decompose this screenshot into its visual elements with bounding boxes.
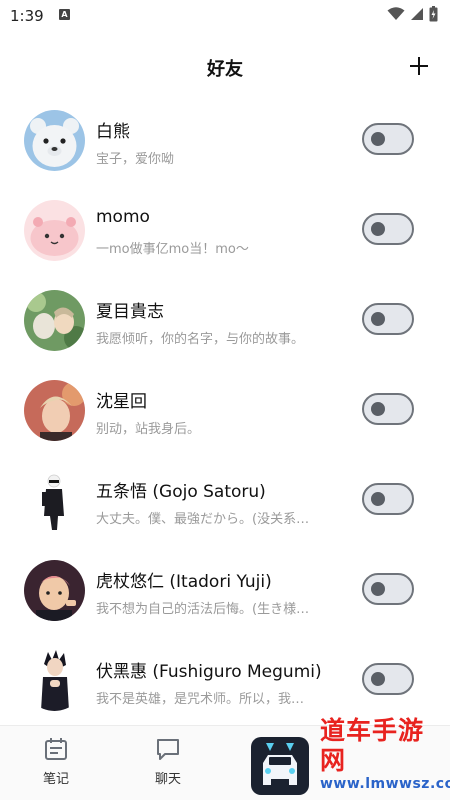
car-app-icon[interactable] <box>251 737 309 795</box>
friend-name: momo <box>96 207 150 227</box>
friend-name: 伏黑惠 (Fushiguro Megumi) <box>96 662 322 682</box>
avatar[interactable] <box>24 110 85 171</box>
toggle-knob <box>371 132 385 146</box>
avatar[interactable] <box>24 560 85 621</box>
avatar[interactable] <box>24 290 85 351</box>
watermark: 道车手游网 www.lmwwsz.com <box>320 716 450 792</box>
avatar[interactable] <box>24 380 85 441</box>
header: 好友 <box>0 45 450 89</box>
toggle-knob <box>371 582 385 596</box>
friend-desc: 别动，站我身后。 <box>96 422 201 437</box>
toggle-knob <box>371 492 385 506</box>
friend-item-shen-xinghui[interactable]: 沈星回 别动，站我身后。 <box>0 365 450 455</box>
status-indicator-icon: A <box>59 9 70 20</box>
nav-item-notes[interactable]: 笔记 <box>26 736 86 787</box>
friend-toggle[interactable] <box>362 483 414 515</box>
avatar[interactable] <box>24 200 85 261</box>
toggle-knob <box>371 312 385 326</box>
friend-desc: 我不是英雄，是咒术师。所以，我… <box>96 692 305 707</box>
avatar[interactable] <box>24 470 85 531</box>
friend-name: 夏目貴志 <box>96 302 164 322</box>
friend-desc: 我愿倾听，你的名字，与你的故事。 <box>96 332 305 347</box>
friend-name: 五条悟 (Gojo Satoru) <box>96 482 266 502</box>
battery-charging-icon <box>429 6 438 22</box>
status-bar: 1:39 A <box>0 0 450 30</box>
friend-desc: 宝子，爱你呦 <box>96 152 175 167</box>
friend-item-bai-xiong[interactable]: 白熊 宝子，爱你呦 <box>0 95 450 185</box>
friend-item-itadori-yuji[interactable]: 虎杖悠仁 (Itadori Yuji) 我不想为自己的活法后悔。(生き様… <box>0 545 450 635</box>
toggle-knob <box>371 672 385 686</box>
add-friend-button[interactable] <box>406 53 432 79</box>
signal-icon <box>411 8 423 20</box>
nav-item-chat[interactable]: 聊天 <box>138 736 198 787</box>
watermark-url: www.lmwwsz.com <box>320 776 450 792</box>
friend-item-momo[interactable]: momo 一mo做事亿mo当！mo～ <box>0 185 450 275</box>
page-title: 好友 <box>207 59 243 80</box>
status-icons <box>387 6 438 22</box>
friend-item-fushiguro-megumi[interactable]: 伏黑惠 (Fushiguro Megumi) 我不是英雄，是咒术师。所以，我… <box>0 635 450 725</box>
chat-icon <box>157 739 179 760</box>
friend-toggle[interactable] <box>362 303 414 335</box>
nav-label: 聊天 <box>154 772 181 787</box>
avatar[interactable] <box>24 650 85 711</box>
friend-name: 虎杖悠仁 (Itadori Yuji) <box>96 572 272 592</box>
friend-desc: 大丈夫。僕、最強だから。(没关系… <box>96 512 310 527</box>
friend-item-gojo-satoru[interactable]: 五条悟 (Gojo Satoru) 大丈夫。僕、最強だから。(没关系… <box>0 455 450 545</box>
friend-toggle[interactable] <box>362 213 414 245</box>
friend-list[interactable]: 白熊 宝子，爱你呦 momo 一mo做事亿mo当！mo～ 夏目貴志 我愿倾听，你… <box>0 95 450 725</box>
friend-item-natsume[interactable]: 夏目貴志 我愿倾听，你的名字，与你的故事。 <box>0 275 450 365</box>
friend-toggle[interactable] <box>362 393 414 425</box>
friend-toggle[interactable] <box>362 663 414 695</box>
bottom-nav: 笔记 聊天 道车手游网 www.lmwwsz.com <box>0 716 450 800</box>
toggle-knob <box>371 222 385 236</box>
wifi-icon <box>387 7 405 20</box>
friend-name: 沈星回 <box>96 392 147 412</box>
status-time: 1:39 <box>10 7 44 25</box>
friend-toggle[interactable] <box>362 123 414 155</box>
notes-icon <box>45 738 67 760</box>
nav-label: 笔记 <box>42 772 69 787</box>
friend-desc: 我不想为自己的活法后悔。(生き様… <box>96 602 310 617</box>
watermark-title: 道车手游网 <box>320 716 425 775</box>
friend-desc: 一mo做事亿mo当！mo～ <box>96 242 249 257</box>
toggle-knob <box>371 402 385 416</box>
friend-name: 白熊 <box>96 122 130 142</box>
friend-toggle[interactable] <box>362 573 414 605</box>
